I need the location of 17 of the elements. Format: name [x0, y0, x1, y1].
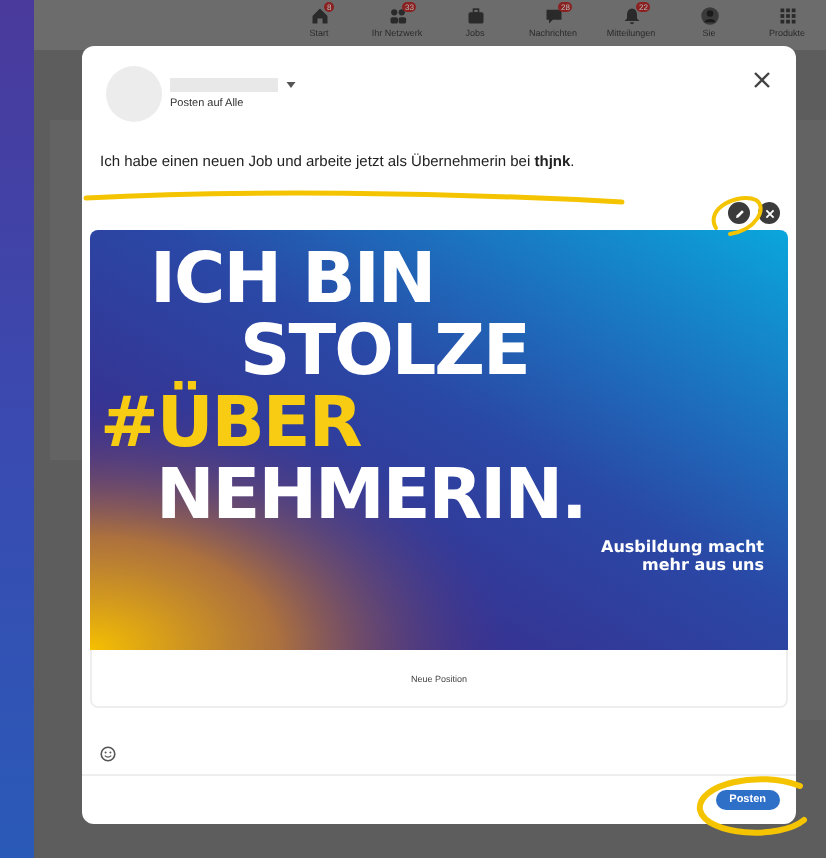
close-button[interactable] — [752, 66, 772, 86]
tagline: Ausbildung macht mehr aus uns — [599, 538, 764, 574]
headline-line: NEHMERIN. — [156, 458, 586, 534]
headline-line: #ÜBER — [100, 386, 361, 462]
avatar-icon — [699, 6, 719, 26]
caret-icon[interactable] — [286, 82, 296, 88]
briefcase-icon — [465, 6, 485, 26]
grid-icon — [777, 6, 797, 26]
edit-button[interactable] — [728, 202, 750, 224]
bell-icon — [621, 6, 641, 26]
home-icon — [309, 6, 329, 26]
close-icon — [763, 207, 775, 219]
chat-icon — [543, 6, 563, 26]
pencil-icon — [733, 207, 745, 219]
people-icon — [387, 6, 407, 26]
headline-line: ICH BIN — [150, 242, 435, 318]
headline-line: STOLZE — [240, 314, 529, 390]
